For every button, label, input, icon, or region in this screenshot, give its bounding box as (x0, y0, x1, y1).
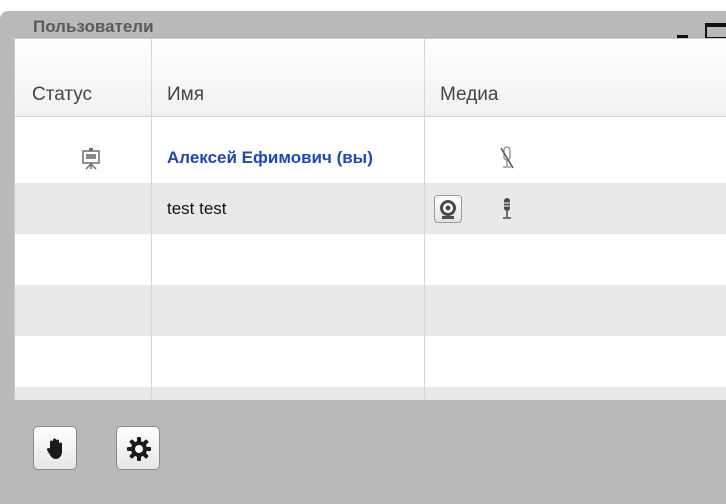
empty-row (15, 387, 726, 400)
panel-header: Пользователи (0, 11, 726, 39)
mic-icon[interactable] (499, 197, 515, 221)
maximize-icon[interactable] (705, 23, 726, 39)
column-header-media[interactable]: Медиа (440, 84, 498, 106)
column-header-status[interactable]: Статус (32, 84, 92, 106)
column-header-name[interactable]: Имя (167, 84, 204, 106)
table-row[interactable]: test test (15, 183, 726, 234)
empty-row (15, 285, 726, 336)
empty-row (15, 234, 726, 285)
mic-muted-icon[interactable] (499, 146, 515, 170)
user-name: test test (167, 199, 227, 218)
users-panel: Пользователи Статус Имя Медиа Алексей Еф… (0, 11, 726, 504)
webcam-icon[interactable] (434, 195, 462, 223)
users-grid: Статус Имя Медиа Алексей Ефимович (вы) t… (14, 38, 726, 400)
user-name: Алексей Ефимович (вы) (167, 148, 373, 167)
raise-hand-button[interactable] (33, 426, 77, 470)
panel-title: Пользователи (33, 17, 154, 36)
empty-row (15, 336, 726, 387)
grid-header: Статус Имя Медиа (15, 39, 726, 117)
raise-hand-icon (46, 438, 62, 459)
column-separator (424, 39, 425, 400)
presenter-icon (82, 148, 100, 170)
column-separator (151, 39, 152, 400)
table-row[interactable]: Алексей Ефимович (вы) (15, 132, 726, 183)
settings-button[interactable] (116, 426, 160, 470)
settings-gear-icon (127, 437, 151, 461)
minimize-icon[interactable] (677, 24, 691, 38)
